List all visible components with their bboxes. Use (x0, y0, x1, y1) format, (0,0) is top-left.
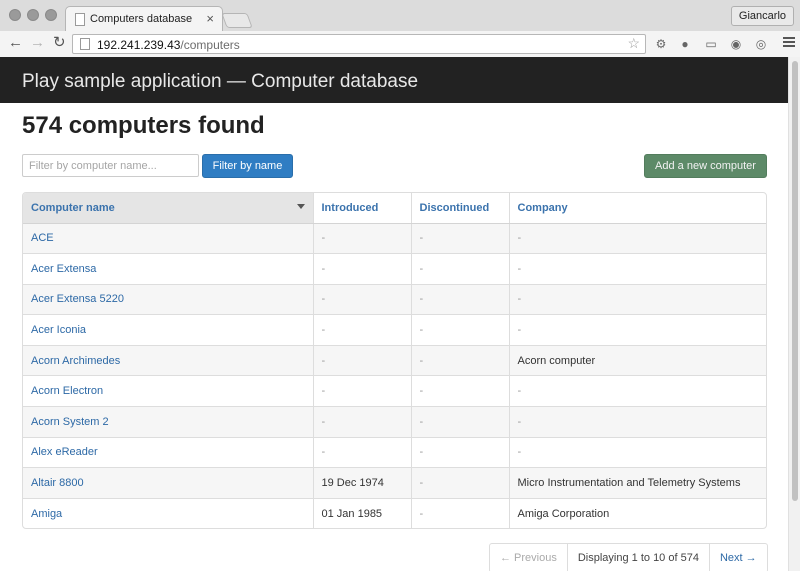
profile-button[interactable]: Giancarlo (730, 6, 794, 26)
computer-name-link[interactable]: Alex eReader (23, 436, 314, 468)
filter-button[interactable]: Filter by name (202, 154, 293, 178)
computer-name-link[interactable]: Acer Iconia (23, 314, 314, 346)
company-cell: Amiga Corporation (509, 497, 766, 528)
introduced-cell: - (313, 314, 412, 346)
extension-icon[interactable]: ● (678, 37, 692, 51)
column-header-discontinued[interactable]: Discontinued (411, 193, 510, 224)
browser-tab[interactable]: Computers database × (65, 6, 223, 32)
sort-caret-icon (296, 204, 305, 209)
tab-close-icon[interactable]: × (206, 11, 214, 26)
browser-toolbar: ← → ↻ 192.241.239.43/computers ☆ ⚙ ● ▭ ◉… (0, 31, 800, 57)
window-close-icon[interactable] (9, 9, 21, 21)
table-row: Amiga 01 Jan 1985- Amiga Corporation (23, 497, 766, 528)
back-arrow-icon[interactable]: ← (8, 34, 23, 52)
page-favicon-icon (75, 13, 85, 26)
computer-name-link[interactable]: Acer Extensa (23, 253, 314, 285)
computer-name-link[interactable]: Amiga (23, 497, 314, 528)
column-header-company[interactable]: Company (509, 193, 766, 224)
table-row: Acorn Archimedes - - Acorn computer (23, 344, 766, 376)
table-row: Acer Extensa 5220- - - (23, 283, 766, 315)
pagination-info: Displaying 1 to 10 of 574 (568, 544, 710, 571)
hamburger-menu-icon[interactable] (783, 37, 795, 49)
discontinued-cell: - (411, 375, 510, 407)
computer-name-link[interactable]: Acer Extensa 5220 (23, 283, 314, 315)
page-title: 574 computers found (22, 112, 265, 139)
introduced-cell: - (313, 283, 412, 315)
computer-name-link[interactable]: Acorn Archimedes (23, 344, 314, 376)
introduced-cell: 19 Dec 1974 (313, 467, 412, 499)
computer-name-link[interactable]: Acorn Electron (23, 375, 314, 407)
company-cell: - (509, 436, 766, 468)
window-minimize-icon[interactable] (27, 9, 39, 21)
column-header-introduced[interactable]: Introduced (313, 193, 412, 224)
extension-icon[interactable]: ◉ (729, 37, 743, 51)
star-icon[interactable]: ☆ (627, 35, 640, 52)
table-row: Acorn System 2--- (23, 406, 766, 438)
table-row: Alex eReader - - - (23, 436, 766, 468)
computers-table: Computer name Introduced Discontinued Co… (22, 192, 767, 529)
scrollbar-thumb[interactable] (792, 61, 798, 501)
computer-name-link[interactable]: Acorn System 2 (23, 406, 314, 438)
url-text: 192.241.239.43/computers (97, 38, 240, 52)
pagination: ← Previous Displaying 1 to 10 of 574 Nex… (489, 543, 768, 571)
company-cell: - (509, 406, 766, 438)
discontinued-cell: - (411, 253, 510, 285)
page-icon (80, 38, 90, 50)
company-cell: - (509, 222, 766, 254)
discontinued-cell: - (411, 467, 510, 499)
table-row: Acer Iconia - - - (23, 314, 766, 346)
company-cell: - (509, 375, 766, 407)
tab-title: Computers database (90, 13, 193, 25)
company-cell: Acorn computer (509, 344, 766, 376)
next-page-button[interactable]: Next → (710, 544, 767, 571)
page-scrollbar[interactable] (788, 57, 800, 571)
table-row: Altair 8800 19 Dec 1974- Micro Instrumenta… (23, 467, 766, 499)
discontinued-cell: - (411, 406, 510, 438)
reload-icon[interactable]: ↻ (53, 34, 66, 52)
window-maximize-icon[interactable] (45, 9, 57, 21)
table-row: Acer Extensa - - - (23, 253, 766, 285)
introduced-cell: 01 Jan 1985 (313, 497, 412, 528)
discontinued-cell: - (411, 344, 510, 376)
column-header-computer-name[interactable]: Computer name (23, 193, 314, 224)
introduced-cell: - (313, 344, 412, 376)
discontinued-cell: - (411, 497, 510, 528)
browser-chrome: Computers database × Giancarlo ← → ↻ 192… (0, 0, 800, 57)
extension-icon[interactable]: ◎ (754, 37, 768, 51)
forward-arrow-icon[interactable]: → (30, 34, 45, 52)
add-computer-button[interactable]: Add a new computer (644, 154, 767, 178)
new-tab-button[interactable] (221, 13, 253, 28)
discontinued-cell: - (411, 222, 510, 254)
discontinued-cell: - (411, 436, 510, 468)
introduced-cell: - (313, 406, 412, 438)
extension-icon[interactable]: ⚙ (654, 37, 668, 51)
introduced-cell: - (313, 253, 412, 285)
table-row: ACE - - - (23, 222, 766, 254)
search-input[interactable] (22, 154, 199, 177)
introduced-cell: - (313, 436, 412, 468)
company-cell: Micro Instrumentation and Telemetry Syst… (509, 467, 766, 499)
previous-page-button[interactable]: ← Previous (490, 544, 568, 571)
introduced-cell: - (313, 375, 412, 407)
company-cell: - (509, 314, 766, 346)
introduced-cell: - (313, 222, 412, 254)
company-cell: - (509, 283, 766, 315)
computer-name-link[interactable]: Altair 8800 (23, 467, 314, 499)
app-navbar: Play sample application — Computer datab… (0, 57, 788, 103)
discontinued-cell: - (411, 314, 510, 346)
address-bar[interactable]: 192.241.239.43/computers ☆ (72, 34, 646, 54)
tab-strip: Computers database × Giancarlo (0, 0, 800, 32)
cast-icon[interactable]: ▭ (704, 37, 718, 51)
table-header-row: Computer name Introduced Discontinued Co… (23, 193, 766, 224)
table-row: Acorn Electron - - - (23, 375, 766, 407)
brand-link[interactable]: Play sample application — Computer datab… (22, 71, 418, 93)
discontinued-cell: - (411, 283, 510, 315)
company-cell: - (509, 253, 766, 285)
computer-name-link[interactable]: ACE (23, 222, 314, 254)
